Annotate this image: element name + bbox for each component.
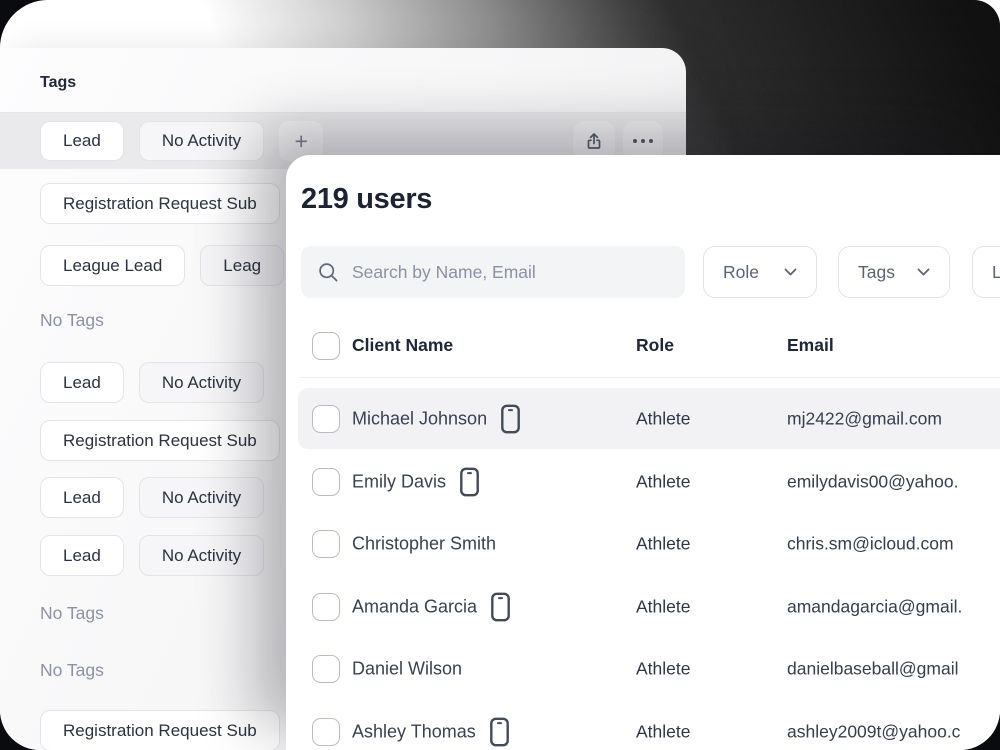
tag-chip[interactable]: Registration Request Sub	[40, 710, 280, 750]
row-checkbox[interactable]	[312, 530, 340, 558]
client-name-cell: Ashley Thomas	[352, 717, 509, 746]
tag-chip[interactable]: No Activity	[139, 362, 264, 403]
third-filter-dropdown[interactable]: La	[972, 246, 1000, 298]
tag-row: Lead No Activity	[40, 362, 264, 403]
plus-icon: +	[294, 128, 307, 155]
no-tags-label: No Tags	[40, 310, 104, 331]
client-name: Daniel Wilson	[352, 659, 462, 680]
email-cell: chris.sm@icloud.com	[787, 534, 954, 555]
tag-chip[interactable]: No Activity	[139, 535, 264, 576]
tag-row: Registration Request Sub	[40, 710, 280, 750]
select-all-checkbox[interactable]	[312, 332, 340, 360]
chevron-down-icon	[917, 268, 930, 276]
role-cell: Athlete	[636, 721, 690, 742]
column-header-client-name[interactable]: Client Name	[352, 335, 453, 356]
table-body: Michael Johnson Athlete mj2422@gmail.com…	[286, 388, 1000, 750]
tag-row: Registration Request Sub	[40, 183, 280, 224]
role-filter-label: Role	[723, 262, 759, 283]
tag-row: Lead No Activity	[40, 535, 264, 576]
row-checkbox[interactable]	[312, 593, 340, 621]
no-tags-label: No Tags	[40, 660, 104, 681]
tag-row: League Lead Leag	[40, 245, 284, 286]
client-name-cell: Michael Johnson	[352, 405, 520, 434]
share-icon	[584, 131, 604, 151]
app-screen: Tags Lead No Activity + Registration Req…	[0, 0, 1000, 750]
table-header-row: Client Name Role Email	[286, 332, 1000, 360]
no-tags-label: No Tags	[40, 603, 104, 624]
tag-chip[interactable]: Lead	[40, 362, 124, 403]
table-row[interactable]: Christopher Smith Athlete chris.sm@iclou…	[286, 513, 1000, 576]
users-panel: 219 users Role Tags La Client Name Role …	[286, 155, 1000, 750]
role-cell: Athlete	[636, 596, 690, 617]
table-row[interactable]: Ashley Thomas Athlete ashley2009t@yahoo.…	[286, 701, 1000, 750]
tag-chip-lead[interactable]: Lead	[40, 121, 124, 161]
role-cell: Athlete	[636, 409, 690, 430]
tags-filter-label: Tags	[858, 262, 895, 283]
client-name: Christopher Smith	[352, 534, 496, 555]
tag-chip[interactable]: League Lead	[40, 245, 185, 286]
column-header-role[interactable]: Role	[636, 335, 674, 356]
role-cell: Athlete	[636, 471, 690, 492]
tag-chip[interactable]: Lead	[40, 535, 124, 576]
table-row[interactable]: Emily Davis Athlete emilydavis00@yahoo.	[286, 451, 1000, 514]
tag-chip[interactable]: Lead	[40, 477, 124, 518]
table-row[interactable]: Michael Johnson Athlete mj2422@gmail.com	[286, 388, 1000, 451]
email-cell: emilydavis00@yahoo.	[787, 471, 958, 492]
tag-chip[interactable]: Leag	[200, 245, 284, 286]
column-header-email[interactable]: Email	[787, 335, 834, 356]
client-name-cell: Christopher Smith	[352, 534, 496, 555]
client-name: Amanda Garcia	[352, 596, 477, 617]
table-row[interactable]: Daniel Wilson Athlete danielbaseball@gma…	[286, 638, 1000, 701]
search-box[interactable]	[301, 246, 685, 298]
email-cell: ashley2009t@yahoo.c	[787, 721, 960, 742]
client-name-cell: Amanda Garcia	[352, 592, 510, 621]
table-row[interactable]: Amanda Garcia Athlete amandagarcia@gmail…	[286, 576, 1000, 639]
tag-chip[interactable]: Registration Request Sub	[40, 183, 280, 224]
divider	[300, 377, 1000, 378]
email-cell: mj2422@gmail.com	[787, 409, 942, 430]
role-cell: Athlete	[636, 534, 690, 555]
search-icon	[318, 262, 339, 283]
client-name: Emily Davis	[352, 471, 446, 492]
client-name-cell: Daniel Wilson	[352, 659, 462, 680]
tag-row: Registration Request Sub	[40, 420, 280, 461]
search-input[interactable]	[352, 262, 668, 283]
tag-row: Lead No Activity	[40, 477, 264, 518]
chevron-down-icon	[784, 268, 797, 276]
phone-icon	[460, 467, 479, 496]
tag-chip[interactable]: No Activity	[139, 477, 264, 518]
row-checkbox[interactable]	[312, 405, 340, 433]
role-cell: Athlete	[636, 659, 690, 680]
row-checkbox[interactable]	[312, 468, 340, 496]
client-name: Ashley Thomas	[352, 721, 476, 742]
ellipsis-icon	[633, 139, 653, 143]
tags-filter-dropdown[interactable]: Tags	[838, 246, 950, 298]
phone-icon	[490, 717, 509, 746]
row-checkbox[interactable]	[312, 718, 340, 746]
email-cell: danielbaseball@gmail	[787, 659, 958, 680]
tag-chip-no-activity[interactable]: No Activity	[139, 121, 264, 161]
role-filter-dropdown[interactable]: Role	[703, 246, 817, 298]
row-checkbox[interactable]	[312, 655, 340, 683]
phone-icon	[501, 405, 520, 434]
email-cell: amandagarcia@gmail.	[787, 596, 962, 617]
client-name: Michael Johnson	[352, 409, 487, 430]
users-count-title: 219 users	[301, 183, 432, 216]
tags-panel-title: Tags	[40, 74, 76, 92]
tag-chip[interactable]: Registration Request Sub	[40, 420, 280, 461]
third-filter-label: La	[992, 262, 1000, 283]
client-name-cell: Emily Davis	[352, 467, 479, 496]
phone-icon	[491, 592, 510, 621]
